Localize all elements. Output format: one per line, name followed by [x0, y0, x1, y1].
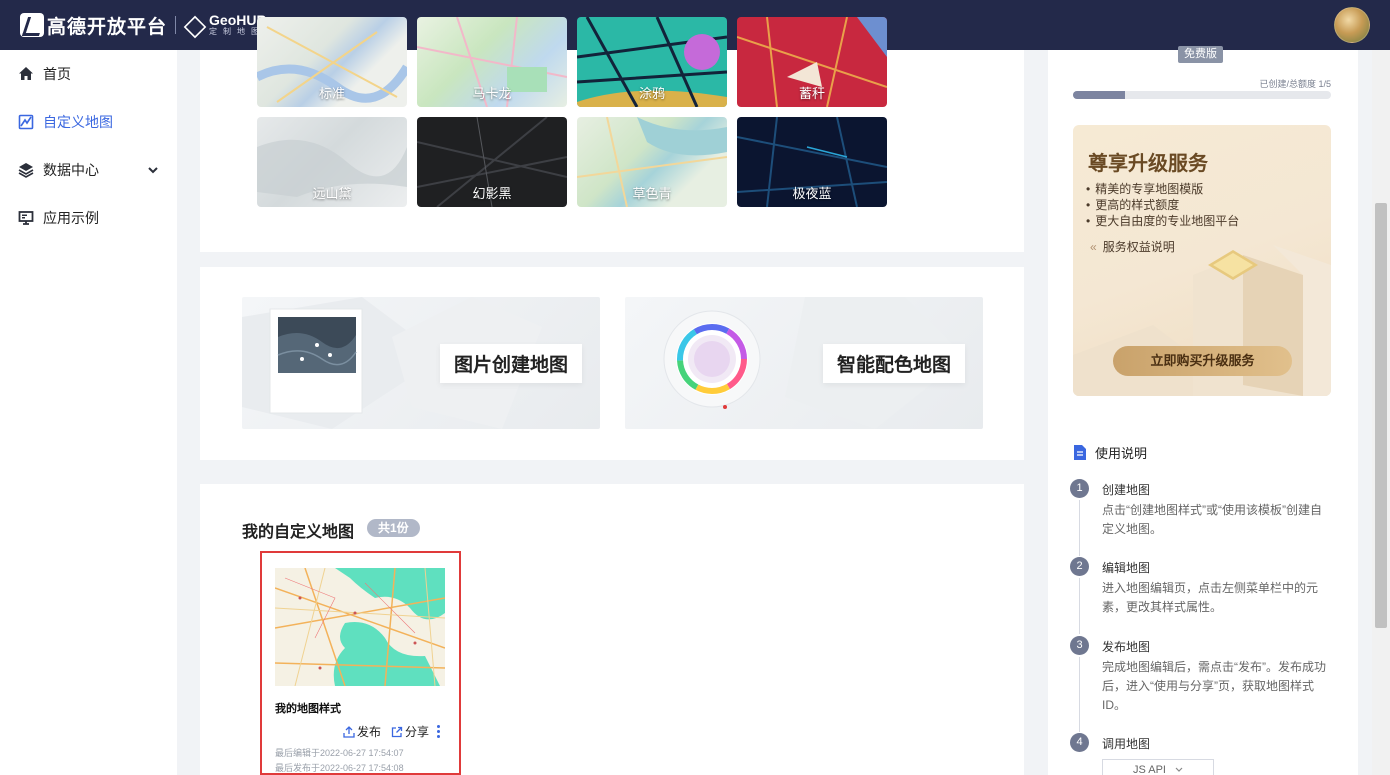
step-connector [1079, 500, 1080, 556]
chevron-down-icon [147, 163, 159, 179]
usage-guide-label: 使用说明 [1095, 446, 1148, 461]
sidebar-item-label: 首页 [43, 66, 71, 82]
step-connector [1079, 657, 1080, 732]
template-label: 蓄秆 [798, 86, 825, 101]
home-icon [18, 66, 34, 82]
monitor-icon [18, 210, 34, 226]
map-count-badge: 共1份 [367, 519, 420, 537]
step-title: 编辑地图 [1102, 561, 1151, 575]
template-tile-macaron[interactable]: 马卡龙 [417, 17, 567, 107]
chevron-down-icon [1175, 760, 1183, 775]
promo-benefit: 更高的样式额度 [1086, 197, 1239, 213]
template-label: 草色青 [632, 186, 672, 201]
buy-upgrade-button[interactable]: 立即购买升级服务 [1113, 346, 1292, 376]
double-chevron-left-icon: « [1090, 240, 1097, 254]
share-button[interactable]: 分享 [391, 723, 429, 740]
user-avatar[interactable] [1334, 7, 1370, 43]
step-number: 1 [1070, 479, 1089, 498]
publish-label: 发布 [356, 725, 381, 739]
share-icon [391, 726, 403, 738]
template-tile-xugan[interactable]: 蓄秆 [737, 17, 887, 107]
custom-map-icon [18, 114, 34, 130]
map-style-name: 我的地图样式 [275, 703, 341, 715]
sidebar-item-label: 数据中心 [43, 162, 99, 178]
template-tile-phantom-black[interactable]: 幻影黑 [417, 117, 567, 207]
step-number: 3 [1070, 636, 1089, 655]
brand-name: 高德开放平台 [47, 16, 168, 38]
promo-title: 尊享升级服务 [1088, 153, 1208, 175]
smart-color-map-label: 智能配色地图 [822, 344, 965, 383]
my-maps-section: 我的自定义地图 共1份 我的地图样式 发布 分享 最后编辑于2022-06-27… [200, 484, 1024, 775]
promo-benefit: 更大自由度的专业地图平台 [1086, 213, 1239, 229]
step-number: 2 [1070, 557, 1089, 576]
more-options-icon[interactable] [435, 725, 442, 738]
last-edited-time: 最后编辑于2022-06-27 17:54:07 [275, 748, 404, 758]
template-label: 马卡龙 [472, 86, 512, 101]
layers-icon [18, 162, 34, 178]
template-gallery: 标准 马卡龙 涂鸦 蓄秆 远山黛 幻影黑 草色青 极夜蓝 [200, 17, 1024, 252]
quota-progress-fill [1073, 91, 1125, 99]
amap-logo-icon [20, 13, 44, 37]
step-number: 4 [1070, 733, 1089, 752]
upgrade-promo-card: 尊享升级服务 精美的专享地图模版 更高的样式额度 更大自由度的专业地图平台 « 服… [1073, 125, 1331, 396]
quota-progress-bar [1073, 91, 1331, 99]
template-label: 远山黛 [312, 186, 352, 201]
promo-benefits-list: 精美的专享地图模版 更高的样式额度 更大自由度的专业地图平台 [1086, 181, 1239, 229]
document-icon [1073, 444, 1087, 461]
step-description: 进入地图编辑页，点击左侧菜单栏中的元素，更改其样式属性。 [1102, 581, 1319, 614]
image-create-map-label: 图片创建地图 [439, 344, 582, 383]
template-tile-graffiti[interactable]: 涂鸦 [577, 17, 727, 107]
map-thumbnail[interactable] [275, 568, 445, 686]
publish-button[interactable]: 发布 [343, 723, 381, 740]
step-description: 完成地图编辑后，需点击“发布”。发布成功后，进入“使用与分享”页，获取地图样式I… [1102, 660, 1326, 712]
logo-divider [175, 16, 177, 34]
page-scrollbar[interactable] [1372, 50, 1390, 775]
last-published-time: 最后发布于2022-06-27 17:54:08 [275, 763, 404, 773]
step-connector [1079, 578, 1080, 634]
api-type-value: JS API [1132, 764, 1166, 775]
right-panel: 免费版 已创建/总额度 1/5 尊享升级服务 精美的专享地图模版 更高的样式额度… [1048, 46, 1358, 775]
image-create-map-button[interactable]: 图片创建地图 [242, 297, 600, 429]
quota-text: 已创建/总额度 1/5 [1259, 79, 1331, 89]
template-tile-grass-green[interactable]: 草色青 [577, 117, 727, 207]
share-label: 分享 [404, 725, 429, 739]
step-title: 创建地图 [1102, 483, 1151, 497]
geohub-logo: GeoHUB 定制地图 [184, 13, 267, 37]
step-description: 点击“创建地图样式”或“使用该模板”创建自定义地图。 [1102, 503, 1322, 536]
upload-icon [343, 725, 355, 738]
smart-color-map-button[interactable]: 智能配色地图 [625, 297, 983, 429]
scrollbar-thumb[interactable] [1375, 203, 1387, 628]
template-label: 幻影黑 [472, 186, 512, 201]
sidebar-item-custom-map[interactable]: 自定义地图 [0, 98, 177, 146]
create-map-section: 图片创建地图 智能配色地图 [200, 267, 1024, 460]
sidebar-item-data-center[interactable]: 数据中心 [0, 146, 177, 194]
sidebar: 首页 自定义地图 数据中心 应用示例 [0, 50, 177, 775]
sidebar-item-home[interactable]: 首页 [0, 50, 177, 98]
step-title: 调用地图 [1102, 737, 1151, 751]
geohub-icon [184, 14, 204, 36]
my-maps-title: 我的自定义地图 [242, 524, 355, 541]
usage-guide-title: 使用说明 [1073, 443, 1147, 462]
api-type-select[interactable]: JS API [1102, 759, 1214, 775]
step-title: 发布地图 [1102, 640, 1151, 654]
template-tile-yuanshandai[interactable]: 远山黛 [257, 117, 407, 207]
template-label: 极夜蓝 [792, 186, 832, 201]
template-tile-polar-night-blue[interactable]: 极夜蓝 [737, 117, 887, 207]
plan-badge: 免费版 [1178, 46, 1223, 63]
promo-benefit: 精美的专享地图模版 [1086, 181, 1239, 197]
benefits-info-label: 服务权益说明 [1102, 240, 1175, 254]
map-style-card[interactable]: 我的地图样式 发布 分享 最后编辑于2022-06-27 17:54:07 最后… [260, 551, 461, 775]
template-label: 标准 [318, 86, 345, 101]
sidebar-item-label: 应用示例 [43, 210, 99, 226]
sidebar-item-examples[interactable]: 应用示例 [0, 194, 177, 242]
template-tile-standard[interactable]: 标准 [257, 17, 407, 107]
sidebar-item-label: 自定义地图 [43, 114, 113, 130]
amap-logo[interactable]: 高德开放平台 GeoHUB 定制地图 [20, 12, 267, 39]
template-label: 涂鸦 [638, 86, 665, 101]
map-actions: 发布 分享 [333, 723, 442, 740]
benefits-info-link[interactable]: « 服务权益说明 [1090, 238, 1175, 255]
